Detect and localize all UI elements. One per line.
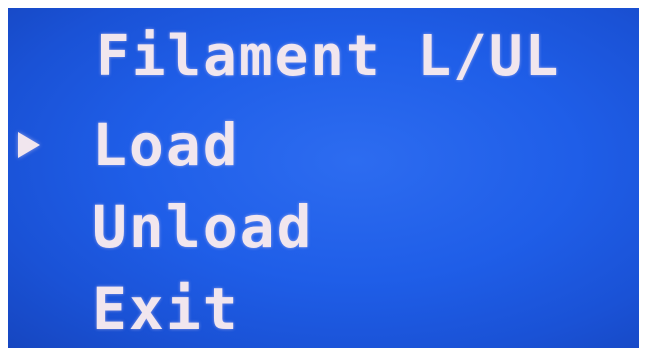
menu-item-unload[interactable]: Unload — [92, 194, 314, 260]
lcd-screen: Filament L/UL Load Unload Exit — [0, 0, 647, 356]
menu-title: Filament L/UL — [96, 24, 561, 89]
menu-item-exit[interactable]: Exit — [92, 276, 240, 342]
menu-item-load[interactable]: Load — [92, 112, 240, 178]
selection-cursor-icon — [18, 132, 40, 158]
